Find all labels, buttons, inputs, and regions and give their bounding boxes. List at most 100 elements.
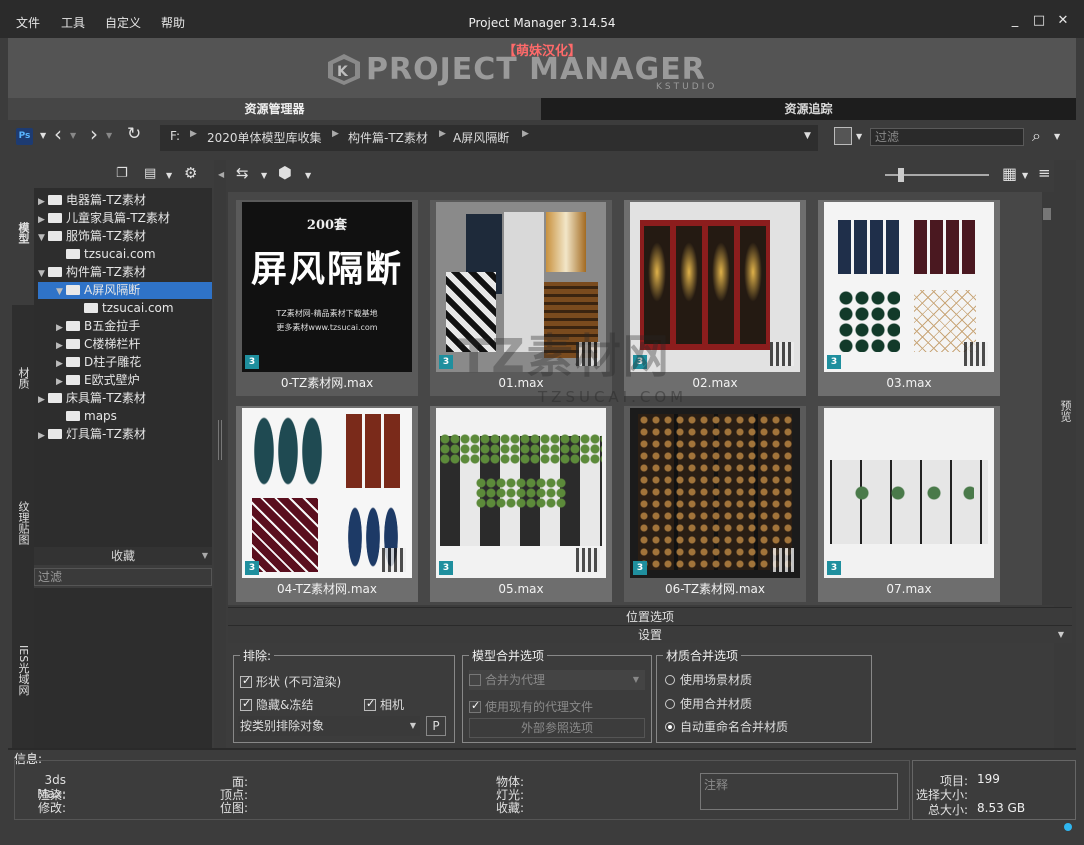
notes-field[interactable]: 注释 — [700, 773, 898, 810]
xref-options-button[interactable]: 外部参照选项 — [469, 718, 645, 738]
filter-input[interactable]: 过滤 — [870, 128, 1024, 146]
tree-item-selected[interactable]: ▼ A屏风隔断 — [38, 282, 212, 299]
tab-models[interactable]: 模型 — [12, 160, 34, 305]
radio-icon[interactable] — [665, 722, 675, 732]
ps-dropdown-icon[interactable]: ▼ — [40, 131, 46, 140]
tree-item[interactable]: tzsucai.com — [74, 300, 174, 317]
box-dropdown-icon[interactable]: ▼ — [305, 171, 311, 180]
favorites-header[interactable]: 收藏 ▼ — [34, 547, 212, 565]
forward-dropdown-icon[interactable]: ▼ — [106, 131, 112, 140]
auto-rename-material-radio[interactable]: 自动重命名合并材质 — [665, 718, 788, 735]
tab-textures[interactable]: 纹理贴图 — [12, 450, 34, 595]
tab-preview[interactable]: 预览 — [1058, 382, 1072, 440]
collapse-icon[interactable]: ▼ — [38, 266, 48, 283]
checkbox-icon[interactable] — [469, 699, 481, 713]
swap-icon[interactable]: ⇆ — [236, 164, 249, 182]
back-icon[interactable]: ‹ — [54, 122, 62, 146]
expand-icon[interactable]: ▶ — [38, 428, 48, 445]
collapse-icon[interactable]: ▼ — [38, 230, 48, 247]
tab-asset-browser[interactable]: 资源管理器 — [8, 98, 541, 120]
tree-item[interactable]: maps — [56, 408, 117, 425]
exclude-camera-checkbox[interactable]: 相机 — [364, 696, 404, 713]
layout-dropdown-icon[interactable]: ▼ — [166, 171, 172, 180]
gear-icon[interactable]: ⚙ — [184, 164, 197, 182]
radio-icon[interactable] — [665, 699, 675, 709]
use-scene-material-radio[interactable]: 使用场景材质 — [665, 671, 752, 688]
favorites-dropdown-icon[interactable]: ▼ — [202, 547, 208, 565]
tree-item[interactable]: ▶ 床具篇-TZ素材 — [38, 390, 146, 407]
breadcrumb-drive[interactable]: F: — [170, 129, 180, 143]
expand-icon[interactable]: ▶ — [56, 374, 66, 391]
expand-icon[interactable]: ▶ — [56, 356, 66, 373]
tree-item[interactable]: ▼ 服饰篇-TZ素材 — [38, 228, 146, 245]
asset-card[interactable]: 3 03.max — [818, 200, 1000, 396]
radio-icon[interactable] — [665, 675, 675, 685]
tree-item[interactable]: ▶ D柱子雕花 — [56, 354, 141, 371]
use-merged-material-radio[interactable]: 使用合并材质 — [665, 695, 752, 712]
checkbox-icon[interactable] — [364, 697, 376, 711]
expand-icon[interactable]: ▶ — [38, 392, 48, 409]
asset-card[interactable]: 3 06-TZ素材网.max — [624, 406, 806, 602]
refresh-icon[interactable]: ↻ — [127, 124, 141, 144]
tree-item[interactable]: ▼ 构件篇-TZ素材 — [38, 264, 146, 281]
grid-scrollbar[interactable] — [1042, 192, 1054, 605]
swap-dropdown-icon[interactable]: ▼ — [261, 171, 267, 180]
tree-item[interactable]: ▶ E欧式壁炉 — [56, 372, 140, 389]
close-button[interactable]: ✕ — [1054, 12, 1072, 30]
path-dropdown-icon[interactable]: ▼ — [804, 131, 811, 141]
forward-icon[interactable]: › — [90, 122, 98, 146]
photoshop-icon[interactable]: Ps — [16, 128, 33, 145]
exclude-by-type-select[interactable]: 按类别排除对象 ▼ — [238, 716, 420, 736]
asset-card[interactable]: 3 05.max — [430, 406, 612, 602]
dropdown-icon[interactable]: ▼ — [633, 670, 639, 690]
scrollbar-thumb[interactable] — [1043, 208, 1051, 220]
expand-icon[interactable]: ▶ — [38, 212, 48, 229]
collapse-icon[interactable]: ▼ — [56, 284, 66, 301]
sort-icon[interactable]: ≡ — [1038, 164, 1051, 182]
tree-item[interactable]: ▶ B五金拉手 — [56, 318, 140, 335]
tree-item[interactable]: ▶ 灯具篇-TZ素材 — [38, 426, 146, 443]
tree-item[interactable]: ▶ 儿童家具篇-TZ素材 — [38, 210, 170, 227]
path-bar[interactable]: F: ▶ 2020单体模型库收集 ▶ 构件篇-TZ素材 ▶ A屏风隔断 ▶ ▼ — [160, 125, 818, 151]
tab-ies[interactable]: IES光域网 — [12, 595, 34, 745]
grid-view-icon[interactable]: ▦ — [1002, 164, 1017, 183]
p-button[interactable]: P — [426, 716, 446, 736]
view-dropdown-icon[interactable]: ▼ — [1022, 171, 1028, 180]
merge-proxy-row[interactable]: 合并为代理 ▼ — [469, 670, 645, 690]
tree-item[interactable]: ▶ C楼梯栏杆 — [56, 336, 140, 353]
search-icon[interactable]: ⌕ — [1032, 126, 1041, 146]
dropdown-icon[interactable]: ▼ — [410, 716, 416, 736]
checkbox-icon[interactable] — [469, 674, 481, 686]
breadcrumb-category[interactable]: 构件篇-TZ素材 — [348, 129, 428, 146]
asset-card[interactable]: 3 04-TZ素材网.max — [236, 406, 418, 602]
expand-icon[interactable]: ▶ — [56, 320, 66, 337]
collapse-left-icon[interactable]: ◀ — [218, 170, 224, 179]
checkbox-icon[interactable] — [240, 697, 252, 711]
tree-item[interactable]: tzsucai.com — [56, 246, 156, 263]
breadcrumb-library[interactable]: 2020单体模型库收集 — [207, 129, 322, 146]
expand-icon[interactable]: ▶ — [38, 194, 48, 211]
zoom-slider-handle[interactable] — [898, 168, 904, 182]
favorites-filter-input[interactable]: 过滤 — [34, 568, 212, 586]
use-existing-proxy-checkbox[interactable]: 使用现有的代理文件 — [469, 698, 593, 715]
exclude-shape-checkbox[interactable]: 形状 (不可渲染) — [240, 673, 341, 690]
expand-icon[interactable]: ▶ — [56, 338, 66, 355]
asset-card[interactable]: 3 07.max — [818, 406, 1000, 602]
tree-item[interactable]: ▶ 电器篇-TZ素材 — [38, 192, 146, 209]
copy-icon[interactable]: ❐ — [116, 166, 128, 181]
settings-collapse-icon[interactable]: ▼ — [1058, 626, 1064, 644]
tab-materials[interactable]: 材质 — [12, 305, 34, 450]
search-dropdown-icon[interactable]: ▼ — [1054, 132, 1060, 141]
filter-options-dropdown-icon[interactable]: ▼ — [856, 132, 862, 141]
settings-header[interactable]: 设置 ▼ — [228, 625, 1072, 643]
maximize-button[interactable]: □ — [1030, 12, 1048, 30]
back-dropdown-icon[interactable]: ▼ — [70, 131, 76, 140]
grip-icon[interactable] — [218, 420, 222, 460]
checkbox-icon[interactable] — [240, 674, 252, 688]
box-icon[interactable]: ⬢ — [278, 163, 292, 182]
breadcrumb-current[interactable]: A屏风隔断 — [453, 129, 509, 146]
position-options-header[interactable]: 位置选项 — [228, 607, 1072, 625]
asset-card[interactable]: 200套 屏风隔断 TZ素材网-精品素材下载基地 更多素材www.tzsucai… — [236, 200, 418, 396]
tab-asset-tracking[interactable]: 资源追踪 — [541, 98, 1076, 120]
layout-icon[interactable]: ▤ — [144, 166, 156, 181]
